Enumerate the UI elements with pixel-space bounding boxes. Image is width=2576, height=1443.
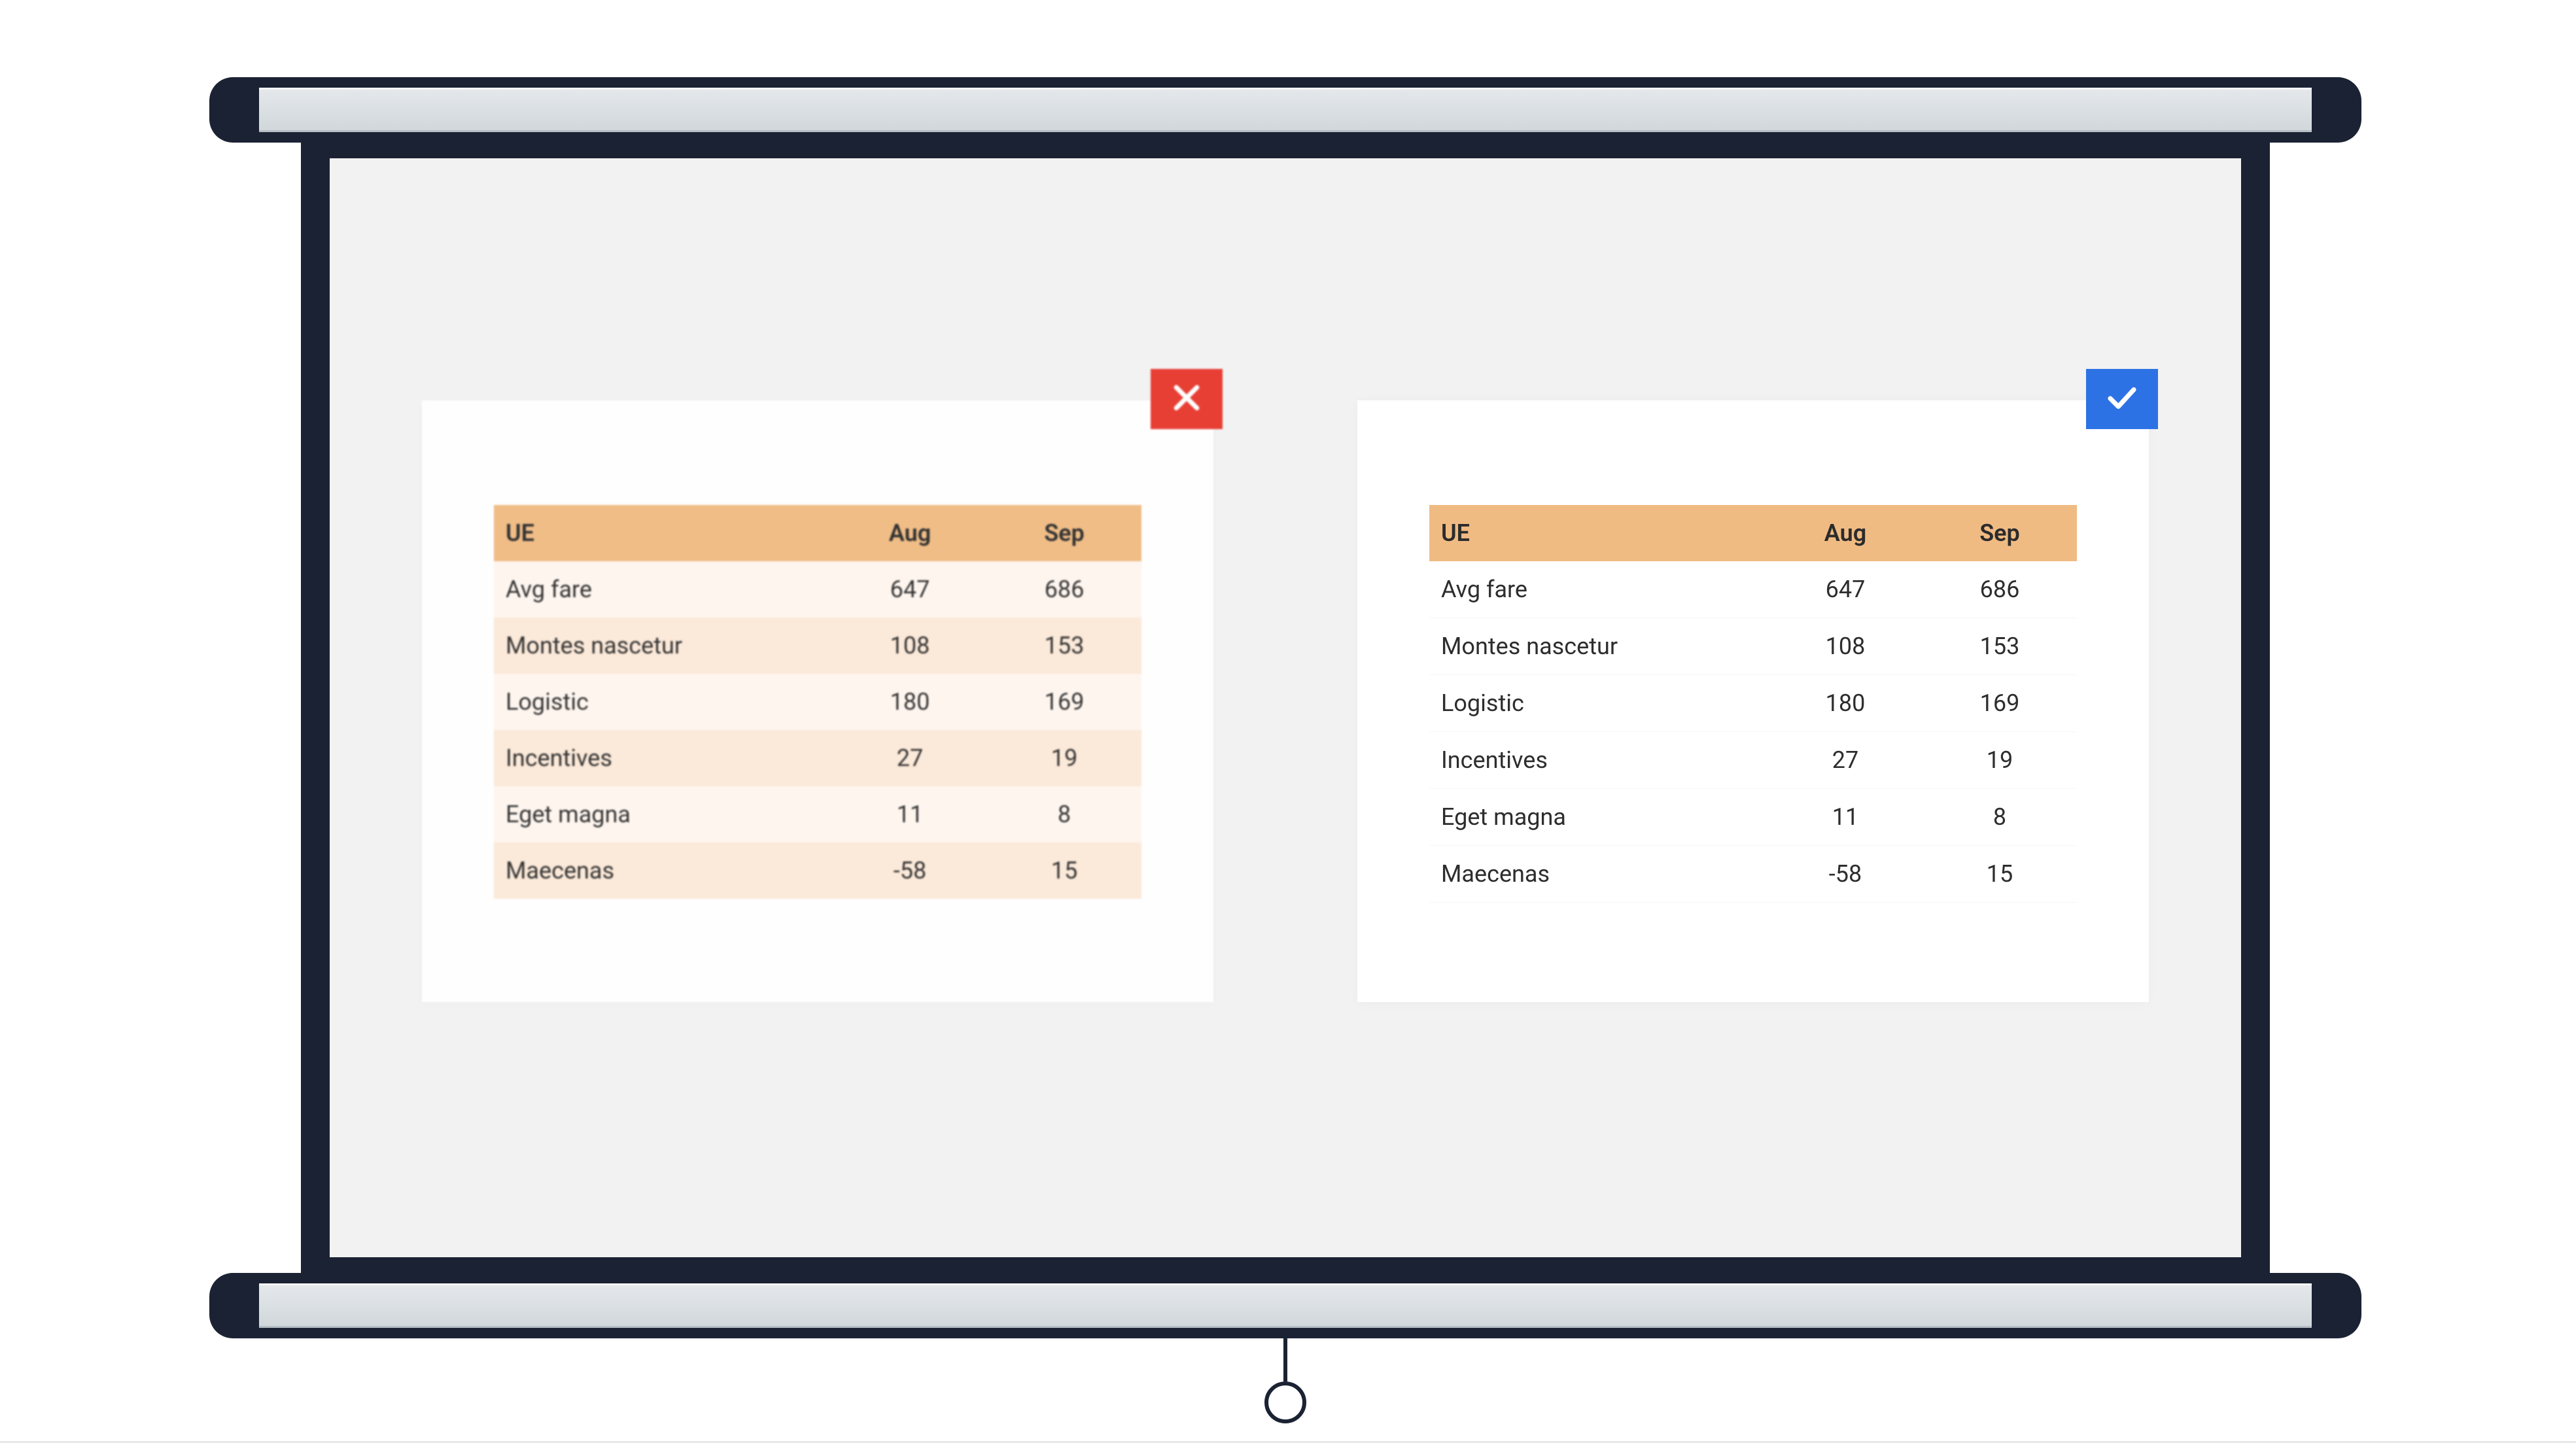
table-title: UE <box>1429 505 1768 561</box>
good-example-table: UE Aug Sep Avg fare 647 686 <box>1429 505 2077 903</box>
table-row: Eget magna 11 8 <box>1429 789 2077 846</box>
bar-endcap-right <box>2312 77 2361 143</box>
cell: 15 <box>987 843 1141 899</box>
row-label: Maecenas <box>494 843 833 899</box>
row-label: Incentives <box>494 730 833 786</box>
row-label: Incentives <box>1429 732 1768 789</box>
cross-icon <box>1169 380 1204 418</box>
screen-border: UE Aug Sep Avg fare 647 686 <box>301 143 2270 1273</box>
cell: 8 <box>1923 789 2077 846</box>
cell: 108 <box>833 617 987 674</box>
pull-line <box>1283 1338 1287 1382</box>
row-label: Avg fare <box>1429 561 1768 618</box>
cell: 19 <box>1923 732 2077 789</box>
table-title: UE <box>494 505 833 561</box>
table-row: Montes nascetur 108 153 <box>494 617 1141 674</box>
col-header: Aug <box>1768 505 1923 561</box>
col-header: Aug <box>833 505 987 561</box>
table-header-row: UE Aug Sep <box>494 505 1141 561</box>
cell: 15 <box>1923 846 2077 903</box>
row-label: Maecenas <box>1429 846 1768 903</box>
bar-mid <box>259 77 2312 143</box>
bad-example-table: UE Aug Sep Avg fare 647 686 <box>494 505 1141 899</box>
stage: UE Aug Sep Avg fare 647 686 <box>0 0 2576 1443</box>
bad-badge <box>1151 369 1223 429</box>
cell: 27 <box>1768 732 1923 789</box>
table-row: Logistic 180 169 <box>494 674 1141 730</box>
table-row: Logistic 180 169 <box>1429 675 2077 732</box>
cell: 19 <box>987 730 1141 786</box>
cell: 180 <box>833 674 987 730</box>
cell: 686 <box>1923 561 2077 618</box>
good-example-card: UE Aug Sep Avg fare 647 686 <box>1357 400 2149 1002</box>
comparison-cards: UE Aug Sep Avg fare 647 686 <box>330 400 2241 1002</box>
row-label: Eget magna <box>1429 789 1768 846</box>
row-label: Logistic <box>494 674 833 730</box>
screen-wrap: UE Aug Sep Avg fare 647 686 <box>301 143 2270 1273</box>
table-row: Maecenas -58 15 <box>494 843 1141 899</box>
row-label: Montes nascetur <box>1429 618 1768 675</box>
row-label: Eget magna <box>494 786 833 843</box>
table-row: Incentives 27 19 <box>1429 732 2077 789</box>
table-row: Avg fare 647 686 <box>1429 561 2077 618</box>
table-header-row: UE Aug Sep <box>1429 505 2077 561</box>
table-row: Avg fare 647 686 <box>494 561 1141 617</box>
col-header: Sep <box>987 505 1141 561</box>
bar-mid <box>259 1273 2312 1338</box>
cell: 647 <box>1768 561 1923 618</box>
cell: 8 <box>987 786 1141 843</box>
cell: 11 <box>1768 789 1923 846</box>
pull-ring <box>1264 1382 1306 1423</box>
good-badge <box>2086 369 2158 429</box>
projector-screen-illustration: UE Aug Sep Avg fare 647 686 <box>209 77 2361 1338</box>
projector-top-bar <box>209 77 2361 143</box>
table-row: Incentives 27 19 <box>494 730 1141 786</box>
screen-canvas: UE Aug Sep Avg fare 647 686 <box>330 158 2241 1257</box>
cell: 153 <box>1923 618 2077 675</box>
row-label: Logistic <box>1429 675 1768 732</box>
cell: 11 <box>833 786 987 843</box>
cell: 108 <box>1768 618 1923 675</box>
bar-endcap-right <box>2312 1273 2361 1338</box>
cell: 153 <box>987 617 1141 674</box>
table-row: Montes nascetur 108 153 <box>1429 618 2077 675</box>
row-label: Montes nascetur <box>494 617 833 674</box>
cell: 180 <box>1768 675 1923 732</box>
cell: 169 <box>1923 675 2077 732</box>
check-icon <box>2104 380 2140 418</box>
cell: -58 <box>833 843 987 899</box>
cell: 686 <box>987 561 1141 617</box>
bar-endcap-left <box>209 77 259 143</box>
table-row: Eget magna 11 8 <box>494 786 1141 843</box>
col-header: Sep <box>1923 505 2077 561</box>
bad-example-card: UE Aug Sep Avg fare 647 686 <box>422 400 1213 1002</box>
cell: 647 <box>833 561 987 617</box>
bar-endcap-left <box>209 1273 259 1338</box>
table-row: Maecenas -58 15 <box>1429 846 2077 903</box>
cell: 169 <box>987 674 1141 730</box>
projector-bottom-bar <box>209 1273 2361 1338</box>
row-label: Avg fare <box>494 561 833 617</box>
pull-cord <box>1264 1338 1306 1423</box>
cell: -58 <box>1768 846 1923 903</box>
cell: 27 <box>833 730 987 786</box>
